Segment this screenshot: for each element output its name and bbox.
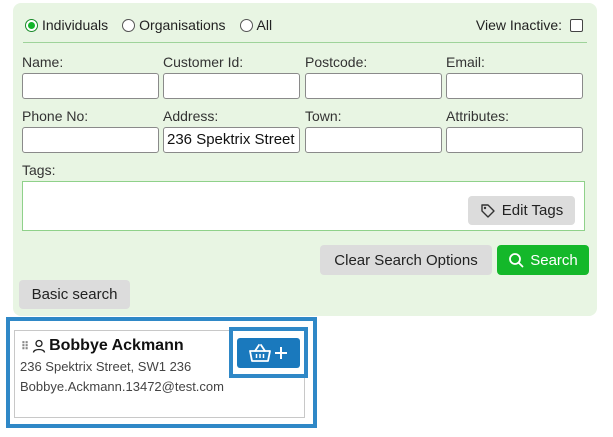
- customer-name: Bobbye Ackmann: [49, 337, 184, 354]
- tags-label: Tags:: [22, 162, 56, 178]
- drag-handle-icon[interactable]: ⠿: [21, 340, 29, 353]
- town-input[interactable]: [305, 127, 442, 153]
- email-input[interactable]: [446, 73, 583, 99]
- customer-id-input[interactable]: [163, 73, 300, 99]
- clear-search-button[interactable]: Clear Search Options: [320, 245, 492, 275]
- view-inactive-toggle[interactable]: View Inactive:: [476, 15, 583, 35]
- radio-label: All: [256, 17, 273, 33]
- radio-button-selected[interactable]: [25, 18, 38, 32]
- customer-id-label: Customer Id:: [163, 54, 244, 70]
- search-icon: [509, 253, 524, 268]
- phone-label: Phone No:: [22, 108, 89, 124]
- address-input[interactable]: 236 Spektrix Street: [163, 127, 300, 153]
- search-panel: Individuals Organisations All View Inact…: [13, 3, 597, 316]
- town-label: Town:: [305, 108, 342, 124]
- name-input[interactable]: [22, 73, 159, 99]
- edit-tags-button[interactable]: Edit Tags: [468, 196, 575, 225]
- customer-type-filter: Individuals Organisations All: [25, 15, 286, 35]
- phone-input[interactable]: [22, 127, 159, 153]
- customer-address: 236 Spektrix Street, SW1 236: [20, 359, 192, 374]
- view-inactive-checkbox[interactable]: [570, 18, 583, 32]
- postcode-label: Postcode:: [305, 54, 368, 70]
- attributes-input[interactable]: [446, 127, 583, 153]
- radio-organisations[interactable]: Organisations: [122, 17, 226, 33]
- email-label: Email:: [446, 54, 485, 70]
- radio-label: Organisations: [139, 17, 226, 33]
- radio-label: Individuals: [42, 17, 109, 33]
- radio-button[interactable]: [239, 18, 253, 32]
- radio-individuals[interactable]: Individuals: [25, 17, 108, 33]
- person-icon: [32, 339, 46, 353]
- search-button[interactable]: Search: [497, 245, 589, 275]
- customer-email: Bobbye.Ackmann.13472@test.com: [20, 379, 224, 394]
- customer-name-row: ⠿ Bobbye Ackmann: [21, 337, 184, 355]
- radio-all[interactable]: All: [239, 17, 273, 33]
- name-label: Name:: [22, 54, 64, 70]
- basket-plus-icon: [248, 344, 287, 362]
- basic-search-button[interactable]: Basic search: [19, 280, 130, 309]
- tag-icon: [481, 203, 495, 218]
- add-to-basket-button[interactable]: [237, 338, 300, 368]
- search-label: Search: [530, 251, 578, 269]
- address-label: Address:: [163, 108, 219, 124]
- radio-button[interactable]: [122, 18, 136, 32]
- view-inactive-label: View Inactive:: [475, 17, 562, 33]
- postcode-input[interactable]: [305, 73, 442, 99]
- divider: [23, 42, 587, 43]
- edit-tags-label: Edit Tags: [501, 202, 564, 219]
- attributes-label: Attributes:: [446, 108, 510, 124]
